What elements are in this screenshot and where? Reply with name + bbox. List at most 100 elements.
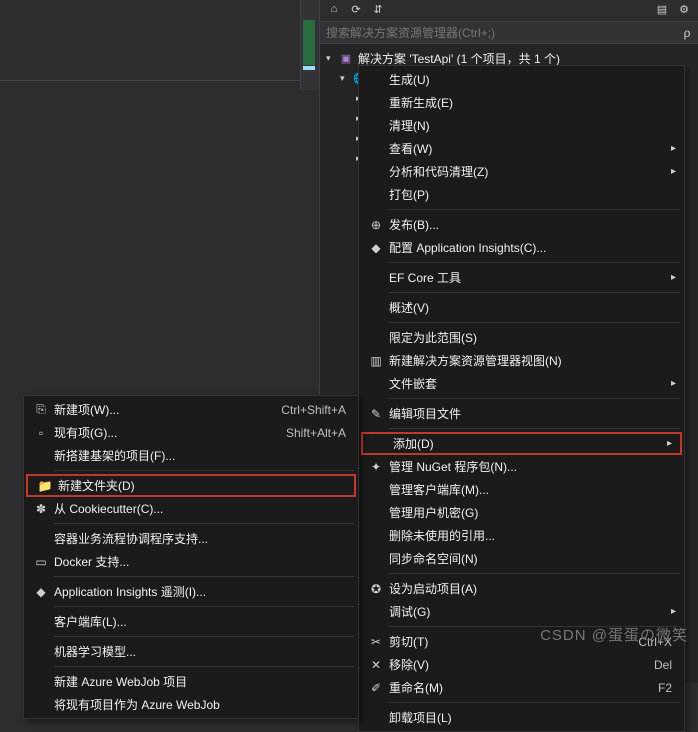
settings-icon[interactable]: ⚙: [676, 3, 692, 19]
menu-label: 从 Cookiecutter(C)...: [54, 500, 330, 517]
menu-label: 概述(V): [389, 299, 656, 316]
menu-label: 新搭建基架的项目(F)...: [54, 447, 330, 464]
menu-item[interactable]: ◆Application Insights 遥测(I)...: [24, 580, 358, 603]
menu-shortcut: Ctrl+X: [638, 635, 672, 649]
menu-label: 文件嵌套: [389, 375, 656, 392]
minimap-thumb2: [303, 66, 315, 70]
menu-item[interactable]: ✦管理 NuGet 程序包(N)...: [359, 455, 684, 478]
menu-item[interactable]: ✎编辑项目文件: [359, 402, 684, 425]
chevron-right-icon: ▸: [671, 166, 676, 177]
menu-separator: [54, 606, 354, 607]
cut-icon: ✂: [363, 635, 389, 649]
menu-item[interactable]: EF Core 工具 ▸: [359, 266, 684, 289]
menu-item[interactable]: 查看(W)▸: [359, 137, 684, 160]
minimap-thumb: [303, 20, 315, 65]
menu-item[interactable]: 打包(P): [359, 183, 684, 206]
publish-icon: ⊕: [363, 218, 389, 232]
chevron-right-icon: ▸: [671, 272, 676, 283]
menu-shortcut: Ctrl+Shift+A: [281, 403, 346, 417]
solution-icon: ▣: [338, 50, 354, 66]
menu-separator: [54, 523, 354, 524]
refresh-icon[interactable]: ⟳: [348, 3, 364, 19]
telemetry-icon: ◆: [28, 585, 54, 599]
menu-label: EF Core 工具: [389, 269, 656, 286]
search-input[interactable]: [320, 26, 676, 40]
menu-separator: [389, 573, 680, 574]
menu-item[interactable]: ✕移除(V)Del: [359, 653, 684, 676]
home-icon[interactable]: ⌂: [326, 3, 342, 19]
menu-label: 重命名(M): [389, 679, 656, 696]
menu-item[interactable]: ✪设为启动项目(A): [359, 577, 684, 600]
menu-separator: [389, 626, 680, 627]
editor-divider: [0, 80, 300, 81]
insights-icon: ◆: [363, 241, 389, 255]
menu-item[interactable]: 分析和代码清理(Z) ▸: [359, 160, 684, 183]
chevron-down-icon[interactable]: ▾: [326, 53, 338, 64]
menu-label: 编辑项目文件: [389, 405, 656, 422]
cookie-icon: ✽: [28, 502, 54, 516]
menu-item[interactable]: 客户端库(L)...: [24, 610, 358, 633]
menu-separator: [389, 322, 680, 323]
menu-item[interactable]: ▫现有项(G)...Shift+Alt+A: [24, 421, 358, 444]
menu-separator: [54, 636, 354, 637]
context-menu-main: 生成(U) 重新生成(E) 清理(N) 查看(W)▸ 分析和代码清理(Z) ▸ 打包(P) ⊕…: [358, 65, 685, 732]
menu-item[interactable]: 📁新建文件夹(D): [26, 474, 356, 497]
menu-item[interactable]: 管理客户端库(M)...: [359, 478, 684, 501]
properties-icon[interactable]: ▤: [654, 3, 670, 19]
menu-item[interactable]: 清理(N): [359, 114, 684, 137]
menu-item[interactable]: ✂剪切(T)Ctrl+X: [359, 630, 684, 653]
menu-separator: [389, 398, 680, 399]
menu-item[interactable]: 新建 Azure WebJob 项目: [24, 670, 358, 693]
menu-separator: [389, 262, 680, 263]
menu-label: 分析和代码清理(Z): [389, 163, 656, 180]
menu-label: 配置 Application Insights(C)...: [389, 239, 656, 256]
existing-item-icon: ▫: [28, 426, 54, 440]
menu-item[interactable]: ▭Docker 支持...: [24, 550, 358, 573]
menu-item[interactable]: 限定为此范围(S): [359, 326, 684, 349]
new-folder-icon: 📁: [32, 479, 58, 493]
menu-label: 调试(G): [389, 603, 656, 620]
menu-item[interactable]: 删除未使用的引用...: [359, 524, 684, 547]
menu-item[interactable]: 将现有项目作为 Azure WebJob: [24, 693, 358, 716]
menu-label: 生成(U): [389, 71, 656, 88]
menu-item[interactable]: 新搭建基架的项目(F)...: [24, 444, 358, 467]
menu-item[interactable]: 文件嵌套 ▸: [359, 372, 684, 395]
menu-item[interactable]: ✐重命名(M)F2: [359, 676, 684, 699]
menu-label: Docker 支持...: [54, 553, 330, 570]
menu-label: 移除(V): [389, 656, 656, 673]
menu-label: 容器业务流程协调程序支持...: [54, 530, 330, 547]
menu-item[interactable]: ▥新建解决方案资源管理器视图(N): [359, 349, 684, 372]
menu-item[interactable]: 调试(G)▸: [359, 600, 684, 623]
menu-item[interactable]: ⊕发布(B)...: [359, 213, 684, 236]
menu-item[interactable]: ◆配置 Application Insights(C)...: [359, 236, 684, 259]
chevron-right-icon: ▸: [667, 438, 672, 449]
chevron-down-icon[interactable]: ▾: [340, 73, 352, 84]
menu-separator: [54, 666, 354, 667]
menu-separator: [54, 576, 354, 577]
menu-item[interactable]: ✽从 Cookiecutter(C)...: [24, 497, 358, 520]
chevron-right-icon: ▸: [671, 378, 676, 389]
new-view-icon: ▥: [363, 354, 389, 368]
menu-item[interactable]: 卸载项目(L): [359, 706, 684, 729]
menu-item[interactable]: 管理用户机密(G): [359, 501, 684, 524]
menu-label: 清理(N): [389, 117, 656, 134]
menu-label: 添加(D): [393, 435, 652, 452]
search-icon[interactable]: ρ: [676, 26, 698, 40]
menu-item[interactable]: 概述(V): [359, 296, 684, 319]
menu-item[interactable]: 生成(U): [359, 68, 684, 91]
menu-item[interactable]: 机器学习模型...: [24, 640, 358, 663]
menu-shortcut: Shift+Alt+A: [286, 426, 346, 440]
menu-item[interactable]: 同步命名空间(N): [359, 547, 684, 570]
menu-item[interactable]: 重新生成(E): [359, 91, 684, 114]
menu-item[interactable]: 添加(D) ▸: [361, 432, 682, 455]
collapse-icon[interactable]: ⇵: [370, 3, 386, 19]
chevron-right-icon: ▸: [671, 143, 676, 154]
menu-label: Application Insights 遥测(I)...: [54, 583, 330, 600]
menu-item[interactable]: ⎘新建项(W)...Ctrl+Shift+A: [24, 398, 358, 421]
menu-item[interactable]: 容器业务流程协调程序支持...: [24, 527, 358, 550]
docker-icon: ▭: [28, 555, 54, 569]
menu-separator: [389, 209, 680, 210]
menu-label: 新建文件夹(D): [58, 477, 326, 494]
menu-label: 管理用户机密(G): [389, 504, 656, 521]
menu-label: 限定为此范围(S): [389, 329, 656, 346]
